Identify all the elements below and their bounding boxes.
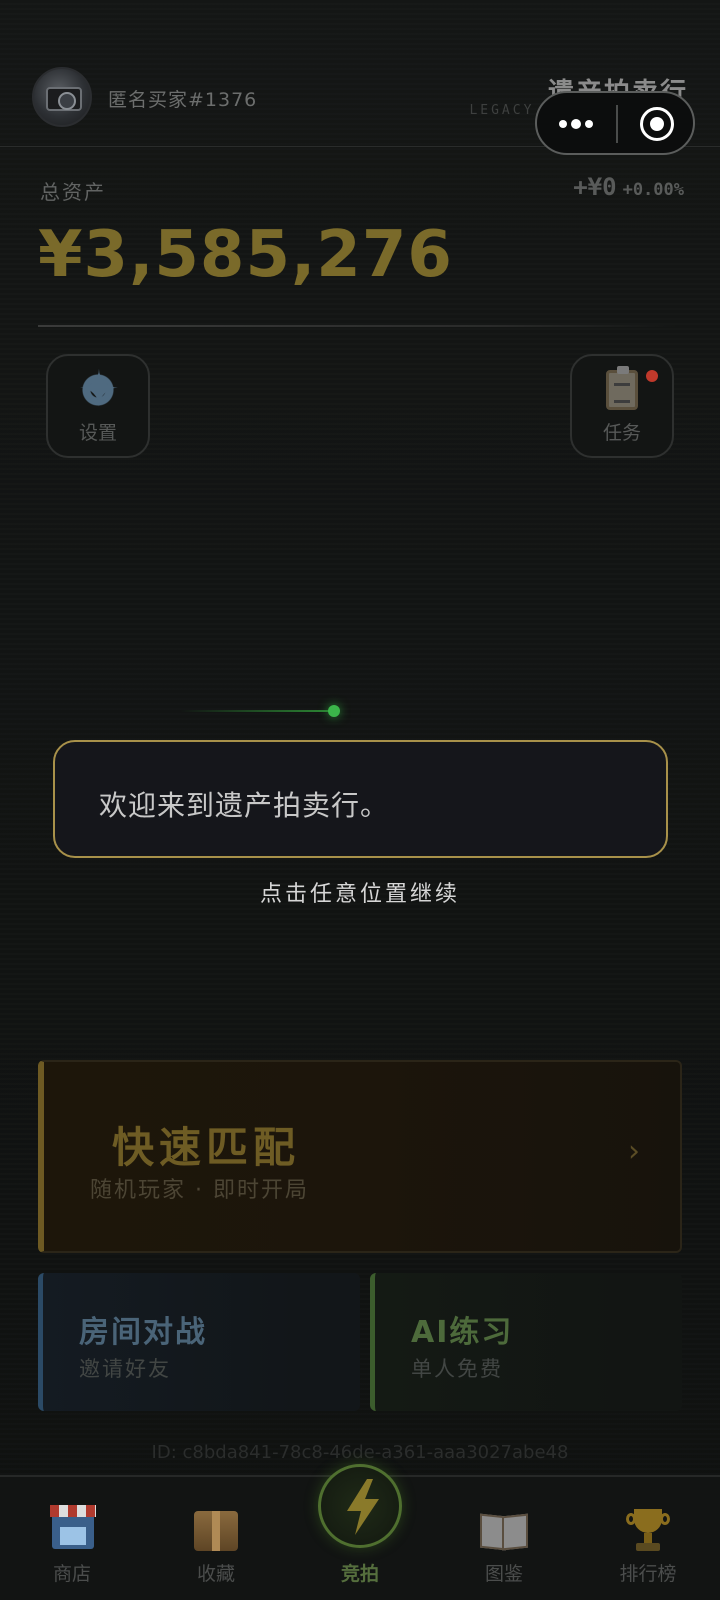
quick-match-subtitle: 随机玩家 · 即时开局 (90, 1178, 309, 1203)
tab-collection[interactable]: 收藏 (144, 1477, 288, 1600)
room-battle-subtitle: 邀请好友 (79, 1357, 171, 1381)
asset-change-amount: +¥0 (573, 173, 617, 201)
tasks-button[interactable]: 任务 (570, 354, 674, 458)
target-icon[interactable] (640, 107, 674, 141)
box-icon (194, 1511, 238, 1551)
tab-catalog-label: 图鉴 (484, 1563, 523, 1585)
chevron-right-icon: › (628, 1134, 640, 1169)
more-dots-icon[interactable] (559, 113, 593, 135)
notification-dot (646, 370, 658, 382)
dialog-text: 欢迎来到遗产拍卖行。 (99, 789, 390, 822)
tab-leaderboard[interactable]: 排行榜 (576, 1477, 720, 1600)
settings-button[interactable]: 设置 (46, 354, 150, 458)
divider (38, 325, 678, 327)
tab-shop[interactable]: 商店 (0, 1477, 144, 1600)
settings-label: 设置 (78, 422, 117, 444)
tasks-label: 任务 (602, 422, 641, 444)
capsule-divider (616, 105, 618, 143)
asset-change-percent: +0.00% (622, 180, 684, 200)
asset-change: +¥0 +0.00% (573, 173, 684, 201)
session-id: ID: c8bda841-78c8-46de-a361-aaa3027abe48 (151, 1442, 569, 1463)
total-assets-label: 总资产 (40, 180, 106, 204)
quick-match-card[interactable]: 快速匹配 随机玩家 · 即时开局 › (38, 1060, 682, 1253)
ai-practice-card[interactable]: AI练习 单人免费 (370, 1273, 682, 1411)
tutorial-pointer-line (180, 710, 334, 712)
mini-program-capsule (535, 91, 695, 155)
tab-bid-label: 竞拍 (340, 1563, 379, 1585)
username: 匿名买家#1376 (108, 89, 258, 111)
shop-icon (50, 1505, 96, 1549)
ai-practice-subtitle: 单人免费 (411, 1357, 503, 1381)
tutorial-pointer-dot (328, 705, 340, 717)
tab-leaderboard-label: 排行榜 (619, 1563, 677, 1585)
clipboard-icon (606, 366, 638, 410)
bid-center-button[interactable] (318, 1464, 402, 1548)
room-battle-title: 房间对战 (79, 1315, 207, 1350)
ai-practice-title: AI练习 (411, 1315, 514, 1350)
tutorial-dialog[interactable]: 欢迎来到遗产拍卖行。 (53, 740, 668, 858)
continue-hint: 点击任意位置继续 (259, 882, 460, 907)
gear-icon (78, 364, 118, 414)
lightning-icon (343, 1479, 383, 1535)
tab-collection-label: 收藏 (196, 1563, 235, 1585)
room-battle-card[interactable]: 房间对战 邀请好友 (38, 1273, 360, 1411)
camera-icon (46, 87, 82, 111)
tab-shop-label: 商店 (52, 1563, 91, 1585)
book-icon (480, 1515, 528, 1547)
quick-match-title: 快速匹配 (112, 1123, 301, 1172)
trophy-icon (626, 1509, 670, 1553)
tab-catalog[interactable]: 图鉴 (432, 1477, 576, 1600)
avatar[interactable] (32, 67, 92, 127)
total-assets-value: ¥3,585,276 (38, 218, 453, 292)
